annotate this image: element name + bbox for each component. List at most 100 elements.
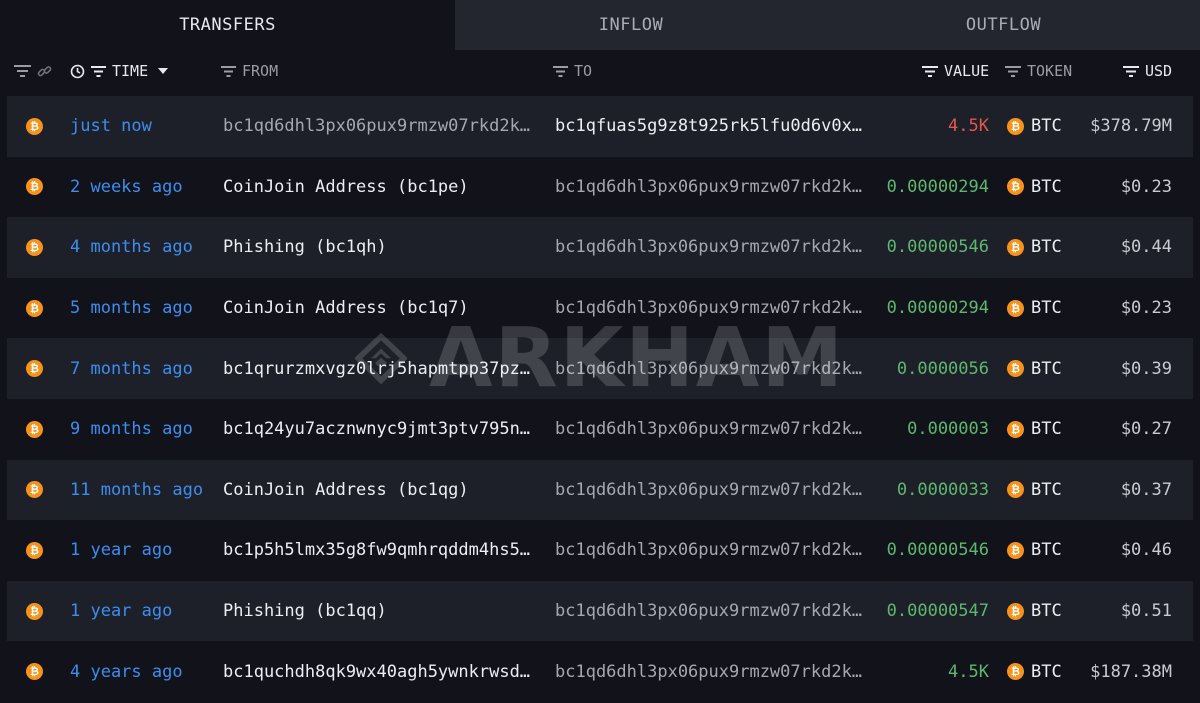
bitcoin-icon: ₿ <box>1007 663 1024 681</box>
bitcoin-icon: ₿ <box>26 238 43 256</box>
filter-icon[interactable] <box>14 65 31 77</box>
header-usd-label: USD <box>1145 62 1173 80</box>
header-value[interactable]: VALUE <box>922 50 989 92</box>
value: 0.00000547 <box>886 601 989 622</box>
value: 0.0000056 <box>896 358 989 379</box>
header-from-label: FROM <box>242 62 279 80</box>
usd-value: $378.79M <box>1090 116 1172 137</box>
usd-value: $0.37 <box>1120 479 1172 500</box>
bitcoin-icon: ₿ <box>1007 299 1024 317</box>
filter-icon[interactable] <box>1005 65 1021 77</box>
usd-value: $0.23 <box>1120 176 1172 197</box>
time-link[interactable]: 1 year ago <box>70 520 215 581</box>
table-row[interactable]: ₿ 2 weeks ago CoinJoin Address (bc1pe) b… <box>7 157 1193 218</box>
usd-value: $0.46 <box>1120 540 1172 561</box>
table-row[interactable]: ₿ 7 months ago bc1qrurzmxvgz0lrj5hapmtpp… <box>7 338 1193 399</box>
header-value-label: VALUE <box>944 62 990 80</box>
time-link[interactable]: 7 months ago <box>70 338 215 399</box>
table-header: TIME FROM TO VALUE TOKEN USD <box>0 50 1200 92</box>
to-address[interactable]: bc1qd6dhl3px06pux9rmzw07rkd2k… <box>555 641 873 702</box>
table-row[interactable]: ₿ 4 years ago bc1quchdh8qk9wx40agh5ywnkr… <box>7 641 1193 702</box>
clock-icon[interactable] <box>70 64 85 79</box>
tab-inflow[interactable]: INFLOW <box>455 0 807 50</box>
from-address[interactable]: bc1p5h5lmx35g8fw9qmhrqddm4hs5… <box>223 520 541 581</box>
to-address[interactable]: bc1qd6dhl3px06pux9rmzw07rkd2k… <box>555 217 873 278</box>
to-address[interactable]: bc1qfuas5g9z8t925rk5lfu0d6v0x… <box>555 96 873 157</box>
from-address[interactable]: CoinJoin Address (bc1qg) <box>223 460 541 521</box>
bitcoin-icon: ₿ <box>1007 360 1024 378</box>
to-address[interactable]: bc1qd6dhl3px06pux9rmzw07rkd2k… <box>555 520 873 581</box>
value: 0.0000033 <box>896 479 989 500</box>
transfers-panel: TRANSFERS INFLOW OUTFLOW TIME FROM TO VA… <box>0 0 1200 703</box>
tab-outflow[interactable]: OUTFLOW <box>807 0 1200 50</box>
time-link[interactable]: 4 months ago <box>70 217 215 278</box>
from-address[interactable]: bc1q24yu7acznwnyc9jmt3ptv795n… <box>223 399 541 460</box>
header-to[interactable]: TO <box>553 50 592 92</box>
to-address[interactable]: bc1qd6dhl3px06pux9rmzw07rkd2k… <box>555 581 873 642</box>
filter-icon[interactable] <box>91 65 106 77</box>
usd-value: $0.23 <box>1120 298 1172 319</box>
time-link[interactable]: 2 weeks ago <box>70 157 215 218</box>
table-row[interactable]: ₿ 1 year ago Phishing (bc1qq) bc1qd6dhl3… <box>7 580 1193 642</box>
from-address[interactable]: CoinJoin Address (bc1pe) <box>223 157 541 218</box>
bitcoin-icon: ₿ <box>26 663 43 681</box>
to-address[interactable]: bc1qd6dhl3px06pux9rmzw07rkd2k… <box>555 278 873 339</box>
bitcoin-icon: ₿ <box>26 299 43 317</box>
time-link[interactable]: 1 year ago <box>70 581 215 642</box>
time-link[interactable]: 5 months ago <box>70 278 215 339</box>
header-to-label: TO <box>574 62 593 80</box>
bitcoin-icon: ₿ <box>26 541 43 559</box>
header-token[interactable]: TOKEN <box>1005 50 1072 92</box>
table-row[interactable]: ₿ 11 months ago CoinJoin Address (bc1qg)… <box>7 459 1193 521</box>
bitcoin-icon: ₿ <box>1007 238 1024 256</box>
from-address[interactable]: bc1qd6dhl3px06pux9rmzw07rkd2k… <box>223 96 541 157</box>
bitcoin-icon: ₿ <box>26 602 43 620</box>
table-row[interactable]: ₿ just now bc1qd6dhl3px06pux9rmzw07rkd2k… <box>7 96 1193 157</box>
table-row[interactable]: ₿ 5 months ago CoinJoin Address (bc1q7) … <box>7 278 1193 339</box>
filter-icon[interactable] <box>221 65 236 77</box>
from-address[interactable]: bc1qrurzmxvgz0lrj5hapmtpp37pz… <box>223 338 541 399</box>
filter-icon[interactable] <box>922 65 938 77</box>
header-time[interactable]: TIME <box>70 50 169 92</box>
value: 0.00000294 <box>886 298 989 319</box>
value: 0.00000294 <box>886 176 989 197</box>
to-address[interactable]: bc1qd6dhl3px06pux9rmzw07rkd2k… <box>555 157 873 218</box>
bitcoin-icon: ₿ <box>1007 602 1024 620</box>
to-address[interactable]: bc1qd6dhl3px06pux9rmzw07rkd2k… <box>555 399 873 460</box>
header-from[interactable]: FROM <box>221 50 278 92</box>
bitcoin-icon: ₿ <box>1007 481 1024 499</box>
bitcoin-icon: ₿ <box>1007 117 1024 135</box>
bitcoin-icon: ₿ <box>1007 420 1024 438</box>
caret-down-icon[interactable] <box>158 68 169 74</box>
tab-transfers[interactable]: TRANSFERS <box>0 0 455 50</box>
from-address[interactable]: CoinJoin Address (bc1q7) <box>223 278 541 339</box>
value: 0.000003 <box>907 419 989 440</box>
from-address[interactable]: Phishing (bc1qh) <box>223 217 541 278</box>
time-link[interactable]: 4 years ago <box>70 641 215 702</box>
table-row[interactable]: ₿ 1 year ago bc1p5h5lmx35g8fw9qmhrqddm4h… <box>7 520 1193 581</box>
bitcoin-icon: ₿ <box>26 178 43 196</box>
usd-value: $0.51 <box>1120 601 1172 622</box>
bitcoin-icon: ₿ <box>26 117 43 135</box>
value: 0.00000546 <box>886 540 989 561</box>
time-link[interactable]: 9 months ago <box>70 399 215 460</box>
to-address[interactable]: bc1qd6dhl3px06pux9rmzw07rkd2k… <box>555 338 873 399</box>
header-filter-link[interactable] <box>14 50 52 92</box>
header-time-label: TIME <box>112 62 149 80</box>
transfers-table-body: ₿ just now bc1qd6dhl3px06pux9rmzw07rkd2k… <box>7 96 1193 702</box>
usd-value: $0.44 <box>1120 237 1172 258</box>
from-address[interactable]: Phishing (bc1qq) <box>223 581 541 642</box>
bitcoin-icon: ₿ <box>1007 178 1024 196</box>
header-usd[interactable]: USD <box>1123 50 1172 92</box>
filter-icon[interactable] <box>553 65 568 77</box>
filter-icon[interactable] <box>1123 65 1139 77</box>
to-address[interactable]: bc1qd6dhl3px06pux9rmzw07rkd2k… <box>555 460 873 521</box>
time-link[interactable]: 11 months ago <box>70 460 215 521</box>
table-row[interactable]: ₿ 4 months ago Phishing (bc1qh) bc1qd6dh… <box>7 217 1193 278</box>
link-icon[interactable] <box>37 64 52 79</box>
time-link[interactable]: just now <box>70 96 215 157</box>
bitcoin-icon: ₿ <box>26 420 43 438</box>
usd-value: $187.38M <box>1090 661 1172 682</box>
table-row[interactable]: ₿ 9 months ago bc1q24yu7acznwnyc9jmt3ptv… <box>7 399 1193 460</box>
from-address[interactable]: bc1quchdh8qk9wx40agh5ywnkrwsd… <box>223 641 541 702</box>
